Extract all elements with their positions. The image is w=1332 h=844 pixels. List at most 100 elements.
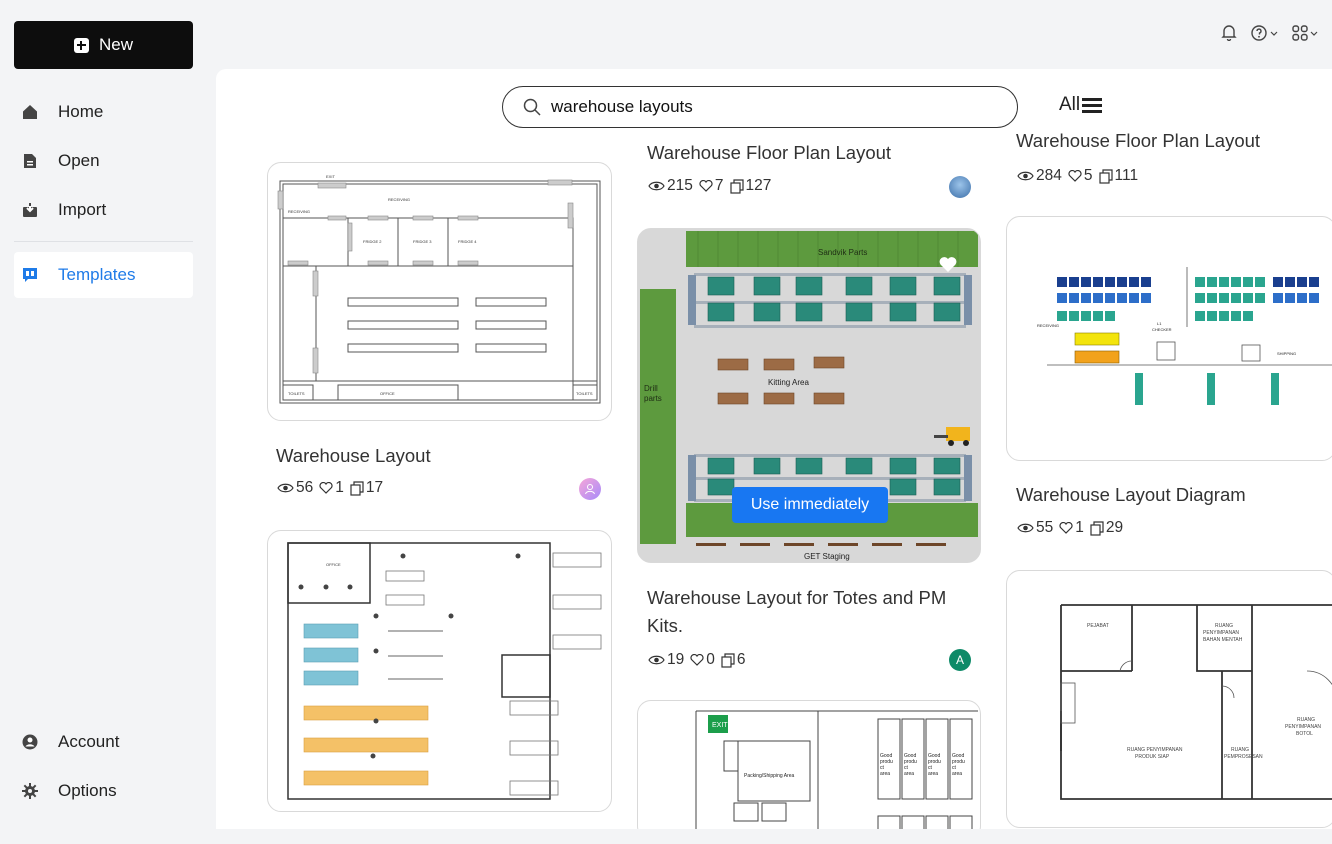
account-icon bbox=[22, 734, 38, 750]
views-count: 56 bbox=[296, 479, 314, 496]
svg-text:GET Staging: GET Staging bbox=[804, 552, 850, 561]
heart-icon bbox=[1059, 522, 1073, 534]
svg-text:area: area bbox=[904, 771, 914, 777]
views-count: 215 bbox=[667, 177, 693, 194]
template-card-totes-pm-kits[interactable]: EXIT Packing/Shipping Area Good produ ct ar… bbox=[637, 700, 981, 829]
author-avatar[interactable] bbox=[949, 176, 971, 198]
sidebar-divider bbox=[14, 241, 193, 242]
eye-icon bbox=[648, 655, 665, 665]
heart-icon bbox=[699, 180, 713, 192]
sidebar-item-label: Templates bbox=[58, 265, 136, 284]
likes-count: 1 bbox=[335, 479, 344, 496]
template-stats: 19 0 6 bbox=[648, 651, 746, 669]
main-panel: All bbox=[216, 69, 1332, 829]
svg-text:PEJABAT: PEJABAT bbox=[1087, 623, 1109, 629]
svg-text:area: area bbox=[880, 771, 890, 777]
svg-text:Sandvik Parts: Sandvik Parts bbox=[818, 248, 867, 257]
template-card-warehouse-floor-plan-2[interactable]: RECEIVING SHIPPING L1 CHECKER bbox=[1006, 216, 1332, 461]
apps-grid-icon bbox=[1292, 24, 1308, 41]
template-preview-image: PEJABAT RUANGPENYIMPANANBAHAN MENTAH RUA… bbox=[1060, 604, 1332, 800]
eye-icon bbox=[277, 483, 294, 493]
copies-count: 127 bbox=[745, 177, 772, 194]
sidebar-item-options[interactable]: Options bbox=[14, 768, 193, 814]
template-card-warehouse-layout-diagram[interactable]: PEJABAT RUANG PENYIMPANAN BAHAN MENTAH RUA… bbox=[1006, 570, 1332, 828]
new-button-label: New bbox=[98, 35, 133, 54]
svg-text:RECEIVING: RECEIVING bbox=[288, 209, 310, 214]
author-avatar[interactable]: A bbox=[949, 649, 971, 671]
bell-icon[interactable] bbox=[1221, 24, 1237, 41]
templates-icon bbox=[22, 267, 38, 283]
svg-text:area: area bbox=[952, 771, 962, 777]
help-icon bbox=[1251, 24, 1267, 41]
author-avatar[interactable] bbox=[579, 478, 601, 500]
svg-text:OFFICE: OFFICE bbox=[380, 391, 395, 396]
help-menu[interactable] bbox=[1251, 24, 1278, 41]
svg-text:RUANG: RUANG bbox=[1297, 717, 1315, 723]
plus-icon bbox=[73, 37, 89, 53]
template-title[interactable]: Warehouse Floor Plan Layout bbox=[1016, 127, 1260, 155]
sidebar-item-account[interactable]: Account bbox=[14, 719, 193, 765]
search-bar[interactable] bbox=[502, 86, 1018, 128]
favorite-heart-icon[interactable] bbox=[938, 255, 958, 275]
copies-count: 29 bbox=[1105, 519, 1124, 536]
svg-text:OFFICE: OFFICE bbox=[326, 562, 341, 567]
template-preview-image: RECEIVING SHIPPING L1CHECKER bbox=[1037, 267, 1332, 405]
use-immediately-button[interactable]: Use immediately bbox=[732, 487, 888, 523]
chevron-down-icon bbox=[1310, 31, 1318, 36]
filter-label: All bbox=[1059, 94, 1081, 115]
sidebar-item-label: Open bbox=[58, 151, 100, 170]
template-preview-image: EXIT Packing/Shipping Area Goodproductar… bbox=[695, 710, 978, 829]
template-title[interactable]: Warehouse Layout for Totes and PM Kits. bbox=[647, 584, 967, 640]
template-title[interactable]: Warehouse Layout Diagram bbox=[1016, 481, 1246, 509]
heart-icon bbox=[690, 654, 704, 666]
svg-text:FRIDGE 3: FRIDGE 3 bbox=[413, 239, 432, 244]
filter-dropdown[interactable]: All bbox=[1059, 94, 1103, 116]
eye-icon bbox=[1017, 171, 1034, 181]
views-count: 55 bbox=[1036, 519, 1054, 536]
svg-text:EXIT: EXIT bbox=[712, 722, 728, 729]
template-preview-image: OFFICE bbox=[287, 542, 602, 800]
svg-text:area: area bbox=[928, 771, 938, 777]
sidebar-item-import[interactable]: Import bbox=[14, 187, 193, 233]
new-button[interactable]: New bbox=[14, 21, 193, 69]
copies-count: 6 bbox=[736, 651, 746, 668]
svg-text:TOILETS: TOILETS bbox=[576, 391, 593, 396]
svg-text:Packing/Shipping Area: Packing/Shipping Area bbox=[744, 773, 795, 779]
svg-text:PENYIMPANAN: PENYIMPANAN bbox=[1285, 724, 1321, 730]
svg-text:TOILETS: TOILETS bbox=[288, 391, 305, 396]
svg-text:PEMPROSESAN: PEMPROSESAN bbox=[1224, 754, 1263, 760]
gear-icon bbox=[22, 783, 38, 799]
svg-text:RUANG: RUANG bbox=[1231, 747, 1249, 753]
template-title[interactable]: Warehouse Layout bbox=[276, 442, 431, 470]
template-preview-image: EXIT RECEIVING RECEIVING FRIDGE 2 FRIDGE … bbox=[277, 174, 601, 404]
views-count: 19 bbox=[667, 651, 685, 668]
svg-text:Kitting Area: Kitting Area bbox=[768, 378, 809, 387]
template-title[interactable]: Warehouse Floor Plan Layout bbox=[647, 139, 891, 167]
template-stats: 215 7 127 bbox=[648, 177, 771, 195]
views-count: 284 bbox=[1036, 167, 1062, 184]
template-card-warehouse-layout-2[interactable]: OFFICE bbox=[267, 530, 612, 812]
user-icon bbox=[585, 484, 595, 495]
home-icon bbox=[22, 104, 38, 120]
heart-icon bbox=[319, 482, 333, 494]
search-input[interactable] bbox=[551, 97, 971, 117]
sidebar-item-open[interactable]: Open bbox=[14, 138, 193, 184]
svg-text:RECEIVING: RECEIVING bbox=[388, 197, 410, 202]
sidebar-item-templates[interactable]: Templates bbox=[14, 252, 193, 298]
template-stats: 284 5 111 bbox=[1017, 167, 1138, 185]
template-card-warehouse-floor-plan[interactable]: Sandvik Parts Drill parts Kitting Area G… bbox=[637, 228, 981, 563]
sidebar-item-home[interactable]: Home bbox=[14, 89, 193, 135]
chevron-down-icon bbox=[1270, 31, 1278, 36]
apps-menu[interactable] bbox=[1292, 24, 1318, 41]
heart-icon bbox=[1068, 170, 1082, 182]
template-card-warehouse-layout[interactable]: EXIT RECEIVING RECEIVING FRIDGE 2 FRIDGE … bbox=[267, 162, 612, 421]
copies-count: 17 bbox=[365, 479, 384, 496]
svg-text:FRIDGE 2: FRIDGE 2 bbox=[363, 239, 382, 244]
likes-count: 5 bbox=[1083, 167, 1093, 184]
sidebar-item-label: Home bbox=[58, 102, 104, 121]
top-toolbar bbox=[1221, 24, 1318, 41]
copy-icon bbox=[1098, 168, 1113, 184]
svg-text:Drill: Drill bbox=[644, 384, 658, 393]
copy-icon bbox=[721, 652, 735, 668]
copies-count: 111 bbox=[1114, 167, 1139, 184]
